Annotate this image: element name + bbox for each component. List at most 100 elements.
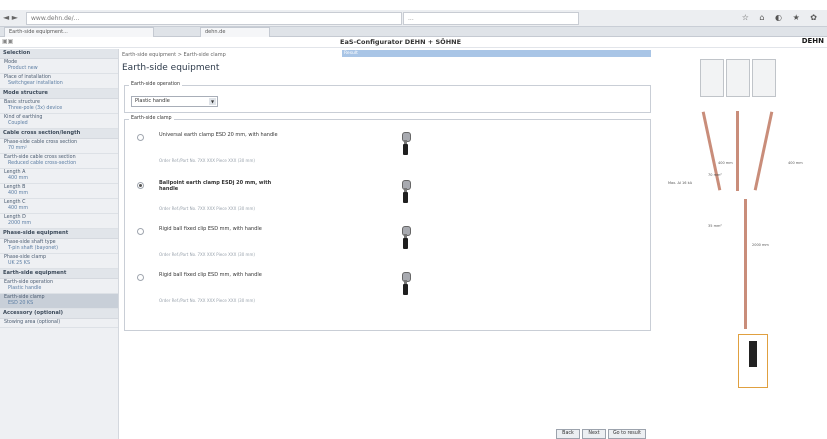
sidebar-item-label: Phase-side clamp xyxy=(4,255,47,260)
cable-line xyxy=(753,111,774,191)
sidebar-item-label: Earth-side cable cross section xyxy=(4,155,76,160)
tab-second[interactable]: dehn.de xyxy=(200,27,270,37)
configurator-sidebar: Selection Mode Product new Place of insta… xyxy=(0,49,119,439)
breadcrumb[interactable]: Earth-side equipment > Earth-side clamp xyxy=(122,52,226,58)
back-forward-icons[interactable]: ◄ ► xyxy=(3,13,18,22)
sidebar-item-value: Plastic handle xyxy=(8,286,42,291)
earth-clamp-highlight xyxy=(738,334,768,388)
sidebar-item-value: Switchgear installation xyxy=(8,81,63,86)
sidebar-section-head: Cable cross section/length xyxy=(0,129,118,139)
dim-label: 2000 mm xyxy=(752,243,769,247)
app-header: ▣▣ EaS-Configurator DEHN + SÖHNE DEHN xyxy=(0,37,827,48)
phase-clamp-photo xyxy=(700,59,724,97)
tab-bar: Earth-side equipment... dehn.de xyxy=(0,27,827,37)
sidebar-item-value: Coupled xyxy=(8,121,28,126)
chevron-down-icon[interactable]: ▼ xyxy=(209,98,216,105)
sidebar-item-label: Phase-side shaft type xyxy=(4,240,56,245)
screenshot: ◄ ► www.dehn.de/... ... ☆ ⌂ ◐ ★ ✿ Earth-… xyxy=(0,0,827,439)
go-to-result-button[interactable]: Go to result xyxy=(608,429,646,439)
sidebar-item-value: UK 25 KS xyxy=(8,261,31,266)
sidebar-item-earth-operation[interactable]: Earth-side operation Plastic handle xyxy=(0,279,118,294)
clamp-image xyxy=(398,180,414,204)
option-title: Universal earth clamp ESD 20 mm, with ha… xyxy=(159,132,278,138)
sidebar-item-value: 2000 mm xyxy=(8,221,32,226)
radio-button[interactable] xyxy=(137,134,144,141)
sidebar-item-label: Length B xyxy=(4,185,26,190)
sidebar-section-head: Phase-side equipment xyxy=(0,229,118,239)
sidebar-item-earthing[interactable]: Kind of earthing Coupled xyxy=(0,114,118,129)
dim-label: 70 mm² xyxy=(708,173,722,177)
sidebar-item-stowing[interactable]: Stowing area (optional) xyxy=(0,319,118,328)
sidebar-item-value: ESD 20 KS xyxy=(8,301,34,306)
sidebar-item-place[interactable]: Place of installation Switchgear installa… xyxy=(0,74,118,89)
toolbar-icons[interactable]: ☆ ⌂ ◐ ★ ✿ xyxy=(742,13,821,22)
sidebar-item-earth-cable[interactable]: Earth-side cable cross section Reduced ca… xyxy=(0,154,118,169)
tab-active[interactable]: Earth-side equipment... xyxy=(4,27,154,37)
step-indicator: Result xyxy=(342,50,651,57)
sidebar-section-head: Accessory (optional) xyxy=(0,309,118,319)
sidebar-item-label: Kind of earthing xyxy=(4,115,43,120)
earth-clamp-icon xyxy=(749,341,757,367)
clamp-box-title: Earth-side clamp xyxy=(129,116,174,121)
phase-clamp-photo xyxy=(752,59,776,97)
page-title: Earth-side equipment xyxy=(122,63,220,73)
sidebar-item-shaft[interactable]: Phase-side shaft type T-pin shaft (bayone… xyxy=(0,239,118,254)
sidebar-item-value: 400 mm xyxy=(8,206,29,211)
radio-button[interactable] xyxy=(137,228,144,235)
dim-label: 400 mm xyxy=(788,161,803,165)
cable-line xyxy=(736,111,739,191)
option-meta: Order Ref./Part No. 7XX XXX Piece XXX (3… xyxy=(159,158,255,163)
browser-toolbar: ◄ ► www.dehn.de/... ... ☆ ⌂ ◐ ★ ✿ xyxy=(0,10,827,27)
clamp-image xyxy=(398,132,414,156)
sidebar-item-earth-clamp[interactable]: Earth-side clamp ESD 20 KS xyxy=(0,294,118,309)
sidebar-item-label: Mode xyxy=(4,60,18,65)
sidebar-section-head: Selection xyxy=(0,49,118,59)
sidebar-item-basic-structure[interactable]: Basic structure Three-pole (3x) device xyxy=(0,99,118,114)
sidebar-item-label: Length A xyxy=(4,170,26,175)
clamp-image xyxy=(398,226,414,250)
sidebar-item-value: T-pin shaft (bayonet) xyxy=(8,246,59,251)
sidebar-item-label: Length D xyxy=(4,215,26,220)
sidebar-item-value: Reduced cable cross-section xyxy=(8,161,77,166)
sidebar-item-value: Three-pole (3x) device xyxy=(8,106,63,111)
operation-box-title: Earth-side operation xyxy=(129,82,182,87)
brand-logo: DEHN xyxy=(801,37,824,45)
operation-box: Earth-side operation Plastic handle ▼ xyxy=(124,82,651,113)
window-controls-icon[interactable]: ▣▣ xyxy=(2,38,13,45)
next-button[interactable]: Next xyxy=(582,429,606,439)
operation-select[interactable]: Plastic handle ▼ xyxy=(131,96,218,107)
sidebar-item-label: Stowing area (optional) xyxy=(4,320,61,325)
sidebar-item-phase-cable[interactable]: Phase-side cable cross section 70 mm² xyxy=(0,139,118,154)
sidebar-item-phase-clamp[interactable]: Phase-side clamp UK 25 KS xyxy=(0,254,118,269)
phase-clamp-photo xyxy=(726,59,750,97)
sidebar-item-length-b[interactable]: Length B 400 mm xyxy=(0,184,118,199)
dim-label: 400 mm xyxy=(718,161,733,165)
sidebar-item-value: Product new xyxy=(8,66,38,71)
option-meta: Order Ref./Part No. 7XX XXX Piece XXX (3… xyxy=(159,206,255,211)
clamp-image xyxy=(398,272,414,296)
sidebar-item-label: Basic structure xyxy=(4,100,40,105)
address-bar[interactable]: www.dehn.de/... xyxy=(26,12,402,25)
sidebar-item-length-c[interactable]: Length C 400 mm xyxy=(0,199,118,214)
sidebar-section-head: Mode structure xyxy=(0,89,118,99)
sidebar-item-label: Earth-side clamp xyxy=(4,295,45,300)
clamp-box: Earth-side clamp Universal earth clamp E… xyxy=(124,116,651,331)
search-field[interactable]: ... xyxy=(403,12,579,25)
operation-select-value: Plastic handle xyxy=(135,98,170,104)
radio-button[interactable] xyxy=(137,274,144,281)
sidebar-item-length-a[interactable]: Length A 400 mm xyxy=(0,169,118,184)
back-button[interactable]: Back xyxy=(556,429,580,439)
sidebar-item-value: 400 mm xyxy=(8,176,29,181)
option-title: Ballpoint earth clamp ESDj 20 mm, with h… xyxy=(159,180,272,192)
option-meta: Order Ref./Part No. 7XX XXX Piece XXX (3… xyxy=(159,298,255,303)
radio-button[interactable] xyxy=(137,182,144,189)
sidebar-item-length-d[interactable]: Length D 2000 mm xyxy=(0,214,118,229)
main-panel: Earth-side equipment > Earth-side clamp … xyxy=(122,49,656,439)
sidebar-item-label: Length C xyxy=(4,200,26,205)
sidebar-item-mode[interactable]: Mode Product new xyxy=(0,59,118,74)
app-title: EaS-Configurator DEHN + SÖHNE xyxy=(340,38,462,46)
cable-line xyxy=(701,111,722,191)
option-meta: Order Ref./Part No. 7XX XXX Piece XXX (3… xyxy=(159,252,255,257)
sidebar-item-value: 400 mm xyxy=(8,191,29,196)
sidebar-item-value: 70 mm² xyxy=(8,146,27,151)
